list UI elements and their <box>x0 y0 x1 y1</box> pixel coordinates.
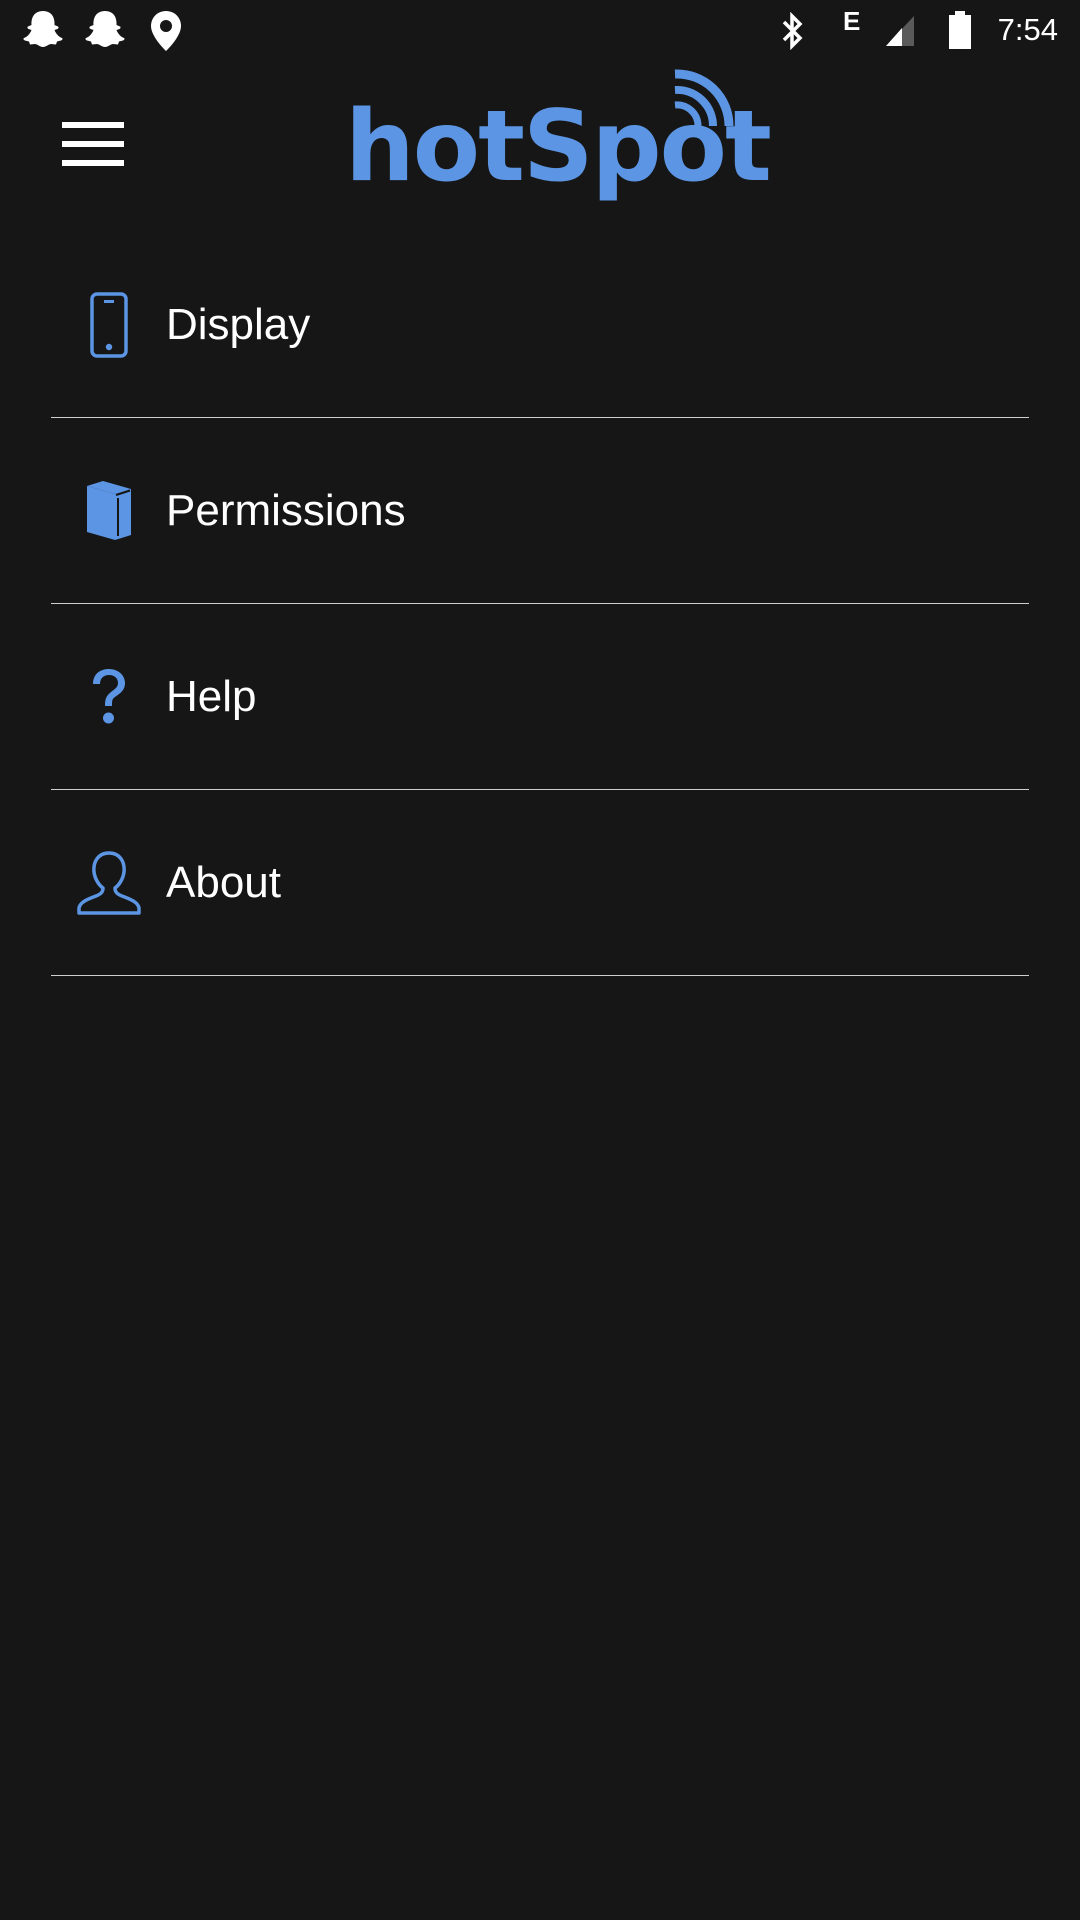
menu-item-label: Permissions <box>166 485 406 535</box>
bluetooth-icon <box>782 12 803 50</box>
hamburger-menu-icon[interactable] <box>52 114 128 174</box>
question-mark-icon <box>73 661 145 733</box>
menu-item-help[interactable]: Help <box>51 604 1029 790</box>
location-pin-icon <box>151 11 181 51</box>
menu-item-permissions[interactable]: Permissions <box>51 418 1029 604</box>
menu-item-label: Help <box>166 671 257 721</box>
user-icon <box>73 847 145 919</box>
signal-icon <box>886 16 914 46</box>
app-screen: E 7:54 hotSpot Display Permissions Help … <box>0 0 1080 1920</box>
app-header: hotSpot <box>0 62 1080 222</box>
battery-icon <box>949 11 971 49</box>
menu-item-about[interactable]: About <box>51 790 1029 976</box>
settings-menu: Display Permissions Help About <box>51 232 1029 976</box>
menu-item-label: About <box>166 857 281 907</box>
network-type-label: E <box>843 6 861 36</box>
book-icon <box>73 475 145 547</box>
phone-icon <box>73 289 145 361</box>
menu-item-label: Display <box>166 299 311 349</box>
snapchat-icon <box>23 11 63 47</box>
status-time: 7:54 <box>997 12 1058 47</box>
status-bar: E 7:54 <box>0 0 1080 62</box>
app-logo: hotSpot <box>345 64 772 214</box>
system-indicators: E 7:54 <box>760 0 1080 62</box>
snapchat-icon <box>85 11 125 47</box>
menu-item-display[interactable]: Display <box>51 232 1029 418</box>
wifi-waves-icon <box>674 69 734 127</box>
